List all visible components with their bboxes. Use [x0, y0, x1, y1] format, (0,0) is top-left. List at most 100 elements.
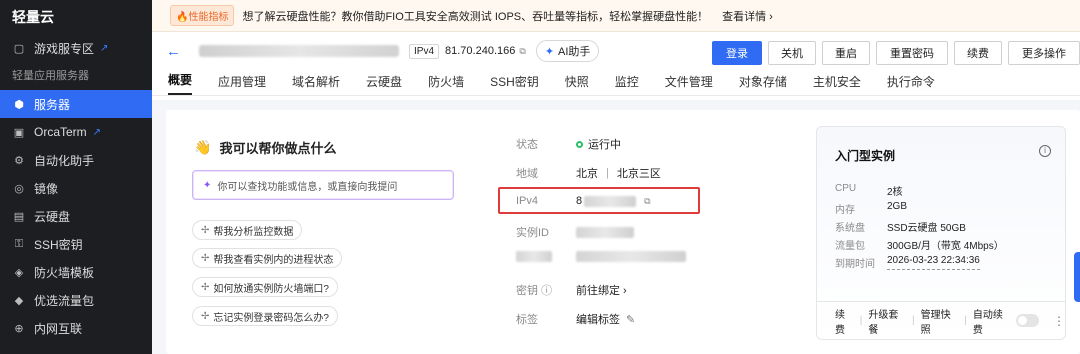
info-label: 地域 [516, 168, 538, 180]
sparkle-plus-icon: ✢ [201, 281, 210, 293]
spec-value: 300GB/月（带宽 4Mbps） [887, 241, 1004, 252]
info-icon[interactable]: i [1039, 145, 1051, 157]
tab-monitoring[interactable]: 监控 [615, 73, 639, 95]
tab-cloud-disk[interactable]: 云硬盘 [366, 73, 402, 95]
expiry-value: 2026-03-23 22:34:36 [887, 255, 980, 270]
sidebar-item-label: OrcaTerm [34, 125, 87, 139]
info-circle-icon[interactable]: ⓘ [541, 285, 552, 297]
tab-run-command[interactable]: 执行命令 [887, 73, 935, 95]
reset-password-button[interactable]: 重置密码 [876, 41, 948, 65]
renew-button[interactable]: 续费 [954, 41, 1002, 65]
sidebar-item-firewall-templates[interactable]: ◈ 防火墙模板 [0, 258, 152, 286]
sidebar-item-images[interactable]: ◎ 镜像 [0, 174, 152, 202]
ipv4-redacted [584, 195, 637, 207]
terminal-icon: ▣ [13, 126, 25, 139]
redacted-label [516, 251, 552, 262]
image-icon: ◎ [14, 182, 24, 195]
info-redacted-row [516, 251, 686, 262]
copy-icon[interactable]: ⧉ [519, 46, 525, 57]
assistant-title-text: 我可以帮你做点什么 [219, 141, 337, 156]
tab-firewall[interactable]: 防火墙 [428, 73, 464, 95]
sidebar: 轻量云 ▢ 游戏服专区 ↗ 轻量应用服务器 ⬢ 服务器 ▣ OrcaTerm ↗ ⚙ 自动化… [0, 0, 152, 354]
info-region-row: 地域 北京 | 北京三区 [516, 165, 661, 181]
ipv4-value: 8 [576, 195, 583, 207]
sidebar-item-servers[interactable]: ⬢ 服务器 [0, 90, 152, 118]
login-button[interactable]: 登录 [712, 41, 762, 65]
info-label: 实例ID [516, 227, 549, 239]
ai-assistant-label: AI助手 [558, 46, 591, 58]
pencil-icon[interactable]: ✎ [626, 313, 635, 326]
waving-hand-icon: 👋 [194, 139, 212, 155]
assistant-suggestion-chip[interactable]: ✢ 忘记实例登录密码怎么办? [192, 306, 338, 326]
notice-more-link[interactable]: 查看详情 › [722, 8, 773, 24]
sparkle-icon: ✦ [544, 45, 555, 58]
redacted-value [576, 251, 686, 262]
assistant-suggestion-chip[interactable]: ✢ 帮我查看实例内的进程状态 [192, 248, 343, 268]
separator: | [859, 315, 863, 326]
tab-object-storage[interactable]: 对象存储 [739, 73, 787, 95]
spec-row: 流量包 300GB/月（带宽 4Mbps） [835, 237, 1004, 252]
assistant-ask-input[interactable]: ✦ 你可以查找功能或信息，或直接向我提问 [192, 170, 454, 200]
automation-icon: ⚙ [14, 154, 24, 167]
chip-label: 忘记实例登录密码怎么办? [213, 312, 329, 324]
notice-text: 想了解云硬盘性能？教你借助FIO工具安全高效测试 IOPS、吞吐量等指标，轻松掌… [242, 10, 709, 23]
more-actions-button[interactable]: 更多操作 [1008, 41, 1080, 65]
sidebar-item-traffic-packages[interactable]: ◆ 优选流量包 [0, 286, 152, 314]
action-buttons: 登录 关机 重启 重置密码 续费 更多操作 [712, 41, 1080, 65]
ipv4-badge: IPv4 [409, 43, 440, 59]
spec-row: 内存 2GB [835, 201, 907, 216]
sidebar-item-label: 服务器 [34, 97, 71, 112]
tab-app-management[interactable]: 应用管理 [218, 73, 266, 95]
tab-snapshots[interactable]: 快照 [565, 73, 589, 95]
tab-dns[interactable]: 域名解析 [292, 73, 340, 95]
spec-key: 内存 [835, 205, 855, 216]
sidebar-item-game-server[interactable]: ▢ 游戏服专区 ↗ [0, 34, 152, 62]
assistant-suggestion-chip[interactable]: ✢ 如何放通实例防火墙端口? [192, 277, 338, 297]
zone-value: 北京三区 [616, 168, 661, 180]
shutdown-button[interactable]: 关机 [768, 41, 816, 65]
tab-file-management[interactable]: 文件管理 [665, 73, 713, 95]
disk-icon: ▤ [13, 210, 25, 223]
sidebar-item-label: SSH密钥 [34, 237, 83, 252]
restart-button[interactable]: 重启 [822, 41, 870, 65]
sidebar-item-label: 游戏服专区 [34, 41, 95, 56]
sidebar-item-automation[interactable]: ⚙ 自动化助手 [0, 146, 152, 174]
floating-side-tab[interactable] [1074, 252, 1080, 302]
tab-ssh-keys[interactable]: SSH密钥 [490, 73, 539, 95]
tab-host-security[interactable]: 主机安全 [813, 73, 861, 95]
network-icon: ⊕ [14, 322, 24, 335]
assistant-suggestion-chip[interactable]: ✢ 帮我分析监控数据 [192, 220, 303, 240]
upgrade-plan-link[interactable]: 升级套餐 [868, 306, 906, 336]
sidebar-item-ssh-keys[interactable]: ⚿ SSH密钥 [0, 230, 152, 258]
renew-link[interactable]: 续费 [835, 306, 854, 336]
spec-value: SSD云硬盘 50GB [887, 223, 966, 234]
assistant-title: 👋 我可以帮你做点什么 [194, 138, 336, 157]
gamepad-icon: ▢ [13, 42, 25, 55]
info-label: 标签 [516, 314, 538, 326]
manage-snapshots-link[interactable]: 管理快照 [921, 306, 959, 336]
back-arrow-icon[interactable]: ← [166, 43, 181, 60]
running-status-icon [576, 140, 583, 148]
more-vertical-icon[interactable]: ⋮ [1053, 314, 1065, 328]
traffic-icon: ◆ [14, 294, 24, 307]
spec-value: 2GB [887, 201, 908, 212]
spec-row: CPU 2核 [835, 183, 903, 198]
ai-assistant-button[interactable]: ✦ AI助手 [535, 40, 600, 62]
sidebar-section-title: 轻量应用服务器 [12, 70, 89, 82]
spec-key: CPU [835, 183, 857, 194]
instance-ip: 81.70.240.166 [445, 45, 516, 57]
auto-renew-label: 自动续费 [972, 309, 1003, 336]
info-label: IPv4 [516, 195, 539, 207]
instance-name-redacted [199, 45, 399, 57]
sidebar-item-disks[interactable]: ▤ 云硬盘 [0, 202, 152, 230]
info-status-row: 状态 运行中 [516, 136, 621, 152]
key-icon: ⚿ [14, 237, 24, 250]
copy-icon[interactable]: ⧉ [644, 196, 650, 207]
sidebar-item-intranet[interactable]: ⊕ 内网互联 [0, 314, 152, 342]
brand-logo[interactable]: 轻量云 [0, 0, 152, 34]
bind-key-link[interactable]: 前往绑定 › [576, 282, 627, 298]
tab-overview[interactable]: 概要 [168, 71, 193, 95]
sidebar-item-orcaterm[interactable]: ▣ OrcaTerm ↗ [0, 118, 152, 146]
auto-renew-toggle[interactable] [1016, 314, 1040, 327]
edit-tags-link[interactable]: 编辑标签 [576, 311, 620, 327]
